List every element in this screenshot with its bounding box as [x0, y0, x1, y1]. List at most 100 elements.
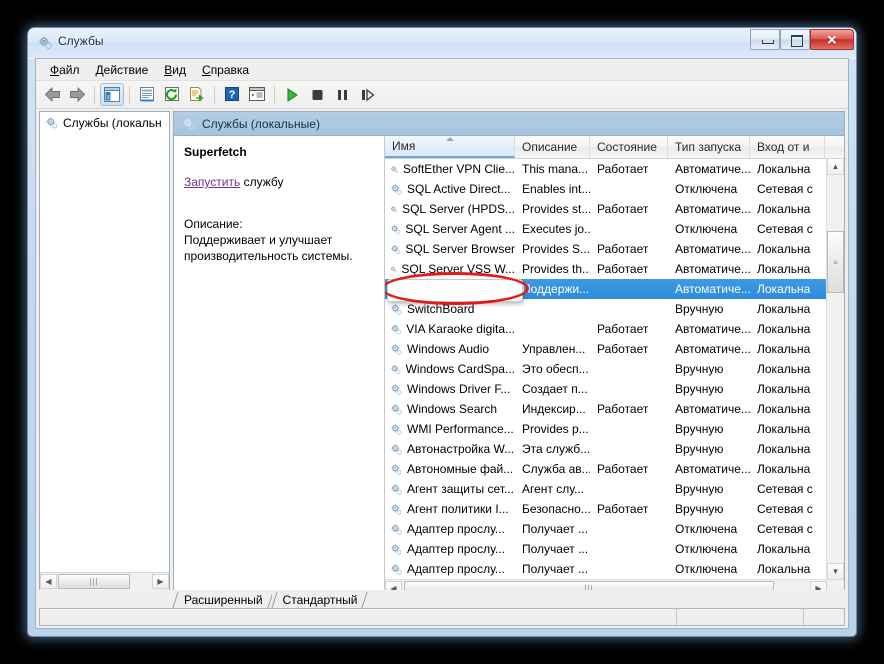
status-text [40, 609, 677, 625]
table-row[interactable]: Windows CardSpa... Это обесп... Вручную Лок… [385, 359, 844, 379]
cell-desc: Provides th... [515, 262, 590, 276]
vscroll-thumb[interactable]: ≡ [827, 231, 844, 293]
tree-horizontal-scrollbar[interactable]: ◀ ||| ▶ [40, 572, 169, 590]
cell-text: Автоматиче... [675, 402, 750, 416]
column-header-0[interactable]: Имя [385, 136, 515, 158]
table-row[interactable]: SwitchBoard Вручную Локальна [385, 299, 844, 319]
tab-extended[interactable]: Расширенный [173, 591, 272, 609]
cell-text: Автоматиче... [675, 462, 750, 476]
list-view-icon[interactable] [245, 83, 269, 106]
client-area: Файл Действие Вид Справка ? Службы (лока… [35, 58, 849, 629]
export-list-icon[interactable] [185, 83, 209, 106]
table-row[interactable]: SQL Server Agent ... Executes jo... Отключ… [385, 219, 844, 239]
minimize-button[interactable] [750, 29, 780, 50]
menu-action[interactable]: Действие [88, 61, 157, 79]
menu-view-rest: ид [172, 62, 187, 77]
list-vertical-scrollbar[interactable]: ▲ ≡ ▼ [826, 158, 844, 580]
start-service-icon[interactable] [280, 83, 304, 106]
tree-hscroll-thumb[interactable]: ||| [58, 574, 130, 589]
cell-text: Локальна [757, 262, 811, 276]
menu-help[interactable]: Справка [194, 61, 257, 79]
table-row[interactable]: SQL Server VSS W... Provides th... Работае… [385, 259, 844, 279]
scroll-right-arrow-icon[interactable]: ▶ [152, 574, 169, 589]
cell-logon: Сетевая с [750, 482, 825, 496]
table-row[interactable]: SQL Server Browser Provides S... Работает А… [385, 239, 844, 259]
tab-extended-label: Расширенный [184, 593, 263, 607]
help-icon[interactable]: ? [220, 83, 244, 106]
table-row[interactable]: Windows Audio Управлен... Работает Автомати… [385, 339, 844, 359]
tab-standard[interactable]: Стандартный [271, 591, 367, 609]
tree-item-services-local[interactable]: Службы (локальн [43, 115, 169, 131]
cell-text: Безопасно... [522, 502, 590, 516]
refresh-icon[interactable] [160, 83, 184, 106]
service-gear-icon [391, 303, 402, 315]
table-row[interactable]: Автонастройка W... Эта служб... Вручную Лок… [385, 439, 844, 459]
column-header-4[interactable]: Вход от и [750, 136, 825, 158]
cell-state: Работает [590, 242, 668, 256]
cell-text: Работает [597, 462, 649, 476]
back-icon[interactable] [40, 83, 64, 106]
table-row[interactable]: SQL Server (HPDS... Provides st... Работае… [385, 199, 844, 219]
cell-text: Автоматиче... [675, 202, 750, 216]
cell-desc: Executes jo... [515, 222, 590, 236]
services-gear-icon [38, 36, 52, 50]
table-row[interactable]: Автономные фай... Служба ав... Работает Авт… [385, 459, 844, 479]
cell-text: Enables int... [522, 182, 590, 196]
cell-name: Адаптер прослу... [385, 522, 515, 536]
cell-text: Получает ... [522, 522, 589, 536]
cell-logon: Локальна [750, 242, 825, 256]
cell-text: Автоматиче... [675, 282, 750, 296]
table-row[interactable]: Агент политики I... Безопасно... Работает В… [385, 499, 844, 519]
scroll-up-arrow-icon[interactable]: ▲ [827, 158, 844, 175]
properties-icon[interactable] [135, 83, 159, 106]
column-header-3[interactable]: Тип запуска [668, 136, 750, 158]
cell-text: Это обесп... [522, 362, 589, 376]
forward-icon[interactable] [65, 83, 89, 106]
menu-view[interactable]: Вид [156, 61, 194, 79]
list-header-row: Имя Описание Состояние Тип запуска Вход от и [385, 136, 844, 159]
scroll-down-arrow-icon[interactable]: ▼ [827, 563, 844, 580]
table-row[interactable]: Windows Search Индексир... Работает Автомат… [385, 399, 844, 419]
table-row[interactable]: Superfetch Поддержи... Автоматиче... Локаль… [385, 279, 844, 299]
cell-text: Локальна [757, 362, 811, 376]
cell-text: Автономные фай... [407, 462, 514, 476]
cell-text: Вручную [675, 442, 724, 456]
pause-service-icon[interactable] [330, 83, 354, 106]
table-row[interactable]: Адаптер прослу... Получает ... Отключена Ло… [385, 539, 844, 559]
table-row[interactable]: VIA Karaoke digita... Работает Автоматиче.… [385, 319, 844, 339]
menu-file[interactable]: Файл [42, 61, 88, 79]
cell-logon: Локальна [750, 562, 825, 576]
cell-startup: Вручную [668, 302, 750, 316]
restart-service-icon[interactable] [355, 83, 379, 106]
table-row[interactable]: SoftEther VPN Clie... This mana... Работае… [385, 159, 844, 179]
table-row[interactable]: SQL Active Direct... Enables int... Отключ… [385, 179, 844, 199]
cell-text: Работает [597, 322, 649, 336]
vscroll-track[interactable]: ≡ [827, 175, 844, 563]
cell-text: Работает [597, 162, 649, 176]
scroll-left-arrow-icon[interactable]: ◀ [40, 574, 57, 589]
column-header-label: Вход от и [757, 140, 810, 154]
table-row[interactable]: Windows Driver F... Создает п... Вручную Ло… [385, 379, 844, 399]
cell-startup: Отключена [668, 522, 750, 536]
detail-service-name: Superfetch [184, 145, 247, 159]
show-hide-tree-icon[interactable] [100, 83, 124, 106]
column-header-1[interactable]: Описание [515, 136, 590, 158]
cell-desc: Поддержи... [515, 282, 590, 296]
cell-desc: Агент слу... [515, 482, 590, 496]
table-row[interactable]: Агент защиты сет... Агент слу... Вручную Се… [385, 479, 844, 499]
cell-text: Работает [597, 262, 649, 276]
maximize-button[interactable] [780, 29, 810, 50]
table-row[interactable]: Адаптер прослу... Получает ... Отключена Ло… [385, 559, 844, 579]
start-service-link[interactable]: Запустить [184, 175, 240, 189]
close-button[interactable]: ✕ [810, 29, 854, 50]
stop-service-icon[interactable] [305, 83, 329, 106]
menu-action-rest: ействие [103, 62, 149, 77]
cell-name: Windows Audio [385, 342, 515, 356]
cell-text: SQL Server Browser [405, 242, 515, 256]
column-header-2[interactable]: Состояние [590, 136, 668, 158]
toolbar-separator-2 [129, 85, 130, 104]
table-row[interactable]: Адаптер прослу... Получает ... Отключена Се… [385, 519, 844, 539]
service-gear-icon [390, 205, 398, 213]
table-row[interactable]: WMI Performance... Provides p... Вручную Ло… [385, 419, 844, 439]
close-icon: ✕ [826, 32, 838, 47]
